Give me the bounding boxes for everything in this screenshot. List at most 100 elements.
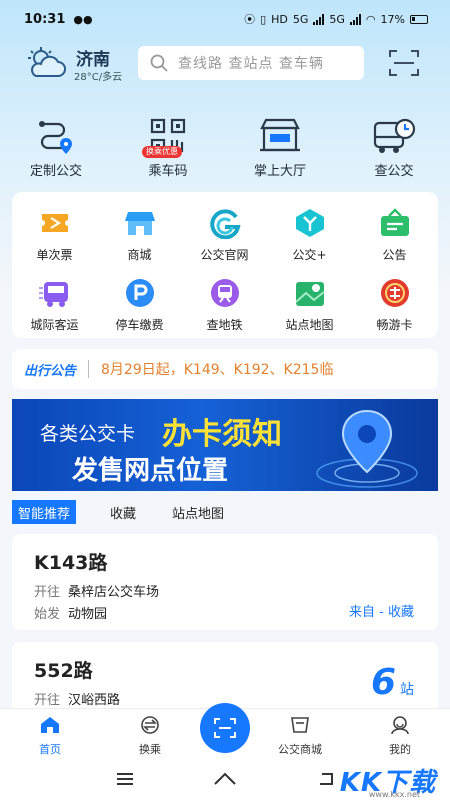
- website-icon: [209, 209, 240, 239]
- back-icon[interactable]: [314, 768, 336, 790]
- map-icon: [294, 282, 325, 306]
- grid-label: 停车缴费: [115, 318, 164, 332]
- search-icon: [150, 54, 168, 72]
- bottom-nav-transfer[interactable]: 换乘: [110, 715, 190, 757]
- shop-icon: [124, 212, 155, 235]
- tab-smart-recommend[interactable]: 智能推荐: [12, 500, 77, 524]
- top-nav-qr-code[interactable]: 换乘优惠 乘车码: [120, 116, 216, 179]
- top-nav-label: 查公交: [374, 164, 414, 179]
- battery-text: 17%: [380, 12, 405, 26]
- grid-item-travel-card[interactable]: 畅游卡: [352, 276, 437, 333]
- profile-icon: [391, 716, 409, 735]
- top-nav-hall[interactable]: 掌上大厅: [232, 116, 328, 179]
- route-card[interactable]: K143路 开往 桑梓店公交车场 始发 动物园 来自 - 收藏: [12, 534, 438, 630]
- grid-item-announcement[interactable]: 公告: [352, 206, 437, 263]
- grid-item-intercity[interactable]: 城际客运: [12, 276, 97, 333]
- banner-line2: 发售网点位置: [72, 456, 229, 486]
- custom-bus-icon: [39, 121, 72, 154]
- banner-line1-a: 各类公交卡: [40, 423, 136, 445]
- grid-label: 畅游卡: [376, 318, 413, 332]
- watermark-url: www.kkx.net: [368, 790, 420, 799]
- bottom-nav-mall[interactable]: 公交商城: [260, 715, 340, 757]
- route-stops: 6站: [370, 662, 414, 703]
- notice-text: 8月29日起，K149、K192、K215临: [101, 362, 334, 378]
- weather-text: 28°C/多云: [74, 72, 123, 83]
- tab-favorites[interactable]: 收藏: [104, 500, 142, 524]
- cloudy-weather-icon: [28, 47, 66, 77]
- vibrate-icon: ▯: [260, 12, 267, 26]
- bus-clock-icon: [373, 118, 416, 153]
- mall-icon: [291, 717, 309, 733]
- qr-code-badge: 换乘优惠: [142, 146, 182, 158]
- grid-label: 城际客运: [30, 318, 79, 332]
- route-destination: 开往 汉峪西路: [34, 693, 121, 708]
- search-bar[interactable]: 查线路 查站点 查车辆: [138, 46, 364, 80]
- status-time: 10:31: [24, 11, 66, 27]
- hall-icon: [260, 118, 300, 152]
- grid-label: 商城: [127, 248, 152, 262]
- scan-icon[interactable]: [388, 48, 420, 78]
- banner-line1-b: 办卡须知: [162, 417, 282, 452]
- wifi-icon: ◠: [365, 12, 376, 26]
- function-grid: 单次票 商城 公交官网 公交+ 公告 城际客运 停车缴费 查地铁 站点地图 畅游…: [12, 192, 438, 338]
- signal-icon: [313, 13, 325, 25]
- home-button-icon[interactable]: [212, 768, 238, 790]
- search-placeholder: 查线路 查站点 查车辆: [178, 56, 324, 72]
- transfer-icon: [141, 716, 159, 734]
- top-nav-bus-query[interactable]: 查公交: [346, 116, 442, 179]
- wechat-icon: ●●: [73, 12, 93, 26]
- travel-card-icon: [380, 279, 409, 307]
- top-nav-label: 定制公交: [29, 164, 82, 179]
- grid-item-single-ticket[interactable]: 单次票: [12, 206, 97, 263]
- status-bar: 10:31 ●● ⦿ ▯ HD 5G 5G ◠ 17%: [0, 0, 450, 38]
- location-icon: ⦿: [244, 13, 256, 26]
- route-origin: 始发 动物园: [34, 607, 108, 622]
- route-name: 552路: [34, 660, 93, 682]
- hd-icon: HD: [271, 12, 288, 26]
- city-name[interactable]: 济南: [76, 45, 110, 70]
- top-nav-custom-bus[interactable]: 定制公交: [8, 116, 104, 179]
- grid-item-bus-plus[interactable]: 公交+: [267, 206, 352, 263]
- app-header: 济南 28°C/多云 查线路 查站点 查车辆: [0, 44, 450, 84]
- grid-label: 公交+: [292, 248, 327, 262]
- notice-brand: 出行公告: [24, 363, 77, 379]
- top-navigation: 定制公交 换乘优惠 乘车码 掌上大厅 查公交: [0, 116, 450, 186]
- route-destination: 开往 桑梓店公交车场: [34, 585, 160, 600]
- bottom-nav-home[interactable]: 首页: [10, 715, 90, 757]
- network-5g-2: 5G: [329, 12, 345, 26]
- route-name: K143路: [34, 552, 108, 574]
- grid-item-map[interactable]: 站点地图: [267, 276, 352, 333]
- grid-label: 查地铁: [206, 318, 243, 332]
- grid-item-shop[interactable]: 商城: [97, 206, 182, 263]
- scan-icon: [214, 718, 236, 738]
- grid-item-parking[interactable]: 停车缴费: [97, 276, 182, 333]
- ticket-icon: [41, 214, 68, 232]
- grid-item-metro[interactable]: 查地铁: [182, 276, 267, 333]
- bottom-scan-button[interactable]: [200, 703, 250, 753]
- top-nav-label: 掌上大厅: [253, 164, 306, 179]
- intercity-bus-icon: [38, 282, 68, 307]
- metro-icon: [210, 279, 239, 307]
- battery-icon: [410, 14, 428, 24]
- promo-banner[interactable]: 各类公交卡 办卡须知 发售网点位置: [12, 399, 438, 491]
- notice-divider: [88, 360, 90, 378]
- location-pin-icon: [316, 409, 418, 488]
- bottom-nav-profile[interactable]: 我的: [360, 715, 440, 757]
- network-5g-1: 5G: [292, 12, 309, 26]
- grid-label: 站点地图: [285, 318, 334, 332]
- notice-bar[interactable]: 出行公告 8月29日起，K149、K192、K215临: [12, 349, 438, 389]
- parking-icon: [125, 279, 154, 307]
- grid-label: 公告: [382, 248, 407, 262]
- grid-label: 公交官网: [200, 248, 249, 262]
- route-source[interactable]: 来自 - 收藏: [349, 601, 414, 620]
- grid-item-website[interactable]: 公交官网: [182, 206, 267, 263]
- menu-icon[interactable]: [114, 768, 136, 790]
- signal-icon-2: [349, 13, 361, 25]
- system-navigation: KK下载 www.kkx.net: [0, 762, 450, 800]
- content-tabs: 智能推荐 收藏 站点地图: [12, 500, 254, 524]
- bottom-navigation: 首页 换乘 公交商城 我的: [0, 703, 450, 762]
- home-icon: [41, 717, 59, 733]
- announcement-icon: [380, 208, 409, 236]
- tab-station-map[interactable]: 站点地图: [166, 500, 230, 524]
- grid-label: 单次票: [36, 248, 73, 262]
